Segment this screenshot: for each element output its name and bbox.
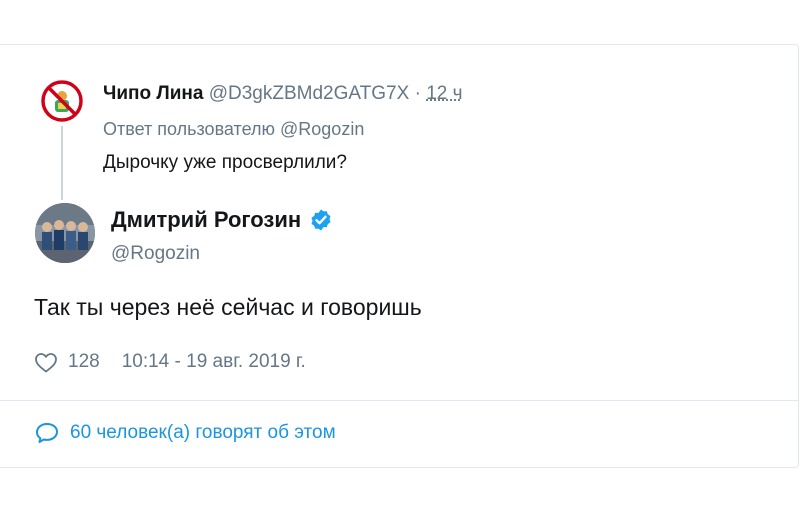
main-author-name-row: Дмитрий Рогозин [111, 207, 333, 233]
reply-author-name[interactable]: Чипо Лина [103, 83, 203, 104]
reply-timestamp[interactable]: 12 ч [426, 83, 462, 104]
main-avatar[interactable] [35, 203, 95, 263]
main-author-name[interactable]: Дмитрий Рогозин [111, 207, 301, 233]
reply-text: Дырочку уже просверлили? [103, 152, 347, 173]
heart-icon[interactable] [34, 351, 58, 373]
reply-author-handle[interactable]: @D3gkZBMd2GATG7X [209, 83, 410, 104]
like-count[interactable]: 128 [68, 351, 100, 373]
separator-dot: · [409, 83, 427, 104]
thread-connector-line [61, 126, 63, 200]
tweet-timestamp[interactable]: 10:14 - 19 авг. 2019 г. [122, 351, 306, 373]
reply-to-line: Ответ пользователю @Rogozin [103, 119, 364, 140]
group-photo-avatar-icon [35, 203, 95, 263]
speech-bubble-icon [36, 423, 58, 443]
no-symbol-avatar-icon [41, 80, 83, 122]
reply-to-prefix: Ответ пользователю [103, 119, 281, 139]
reply-to-handle-link[interactable]: @Rogozin [280, 119, 364, 139]
tweet-meta: 128 10:14 - 19 авг. 2019 г. [34, 351, 306, 373]
divider [0, 400, 798, 401]
reply-header: Чипо Лина @D3gkZBMd2GATG7X · 12 ч [103, 83, 463, 105]
main-author-handle[interactable]: @Rogozin [111, 243, 200, 265]
reply-avatar[interactable] [41, 80, 83, 122]
conversation-link[interactable]: 60 человек(а) говорят об этом [34, 421, 336, 445]
tweet-text: Так ты через неё сейчас и говоришь [34, 294, 422, 320]
conversation-label: 60 человек(а) говорят об этом [70, 422, 336, 443]
verified-badge-icon [311, 209, 331, 231]
